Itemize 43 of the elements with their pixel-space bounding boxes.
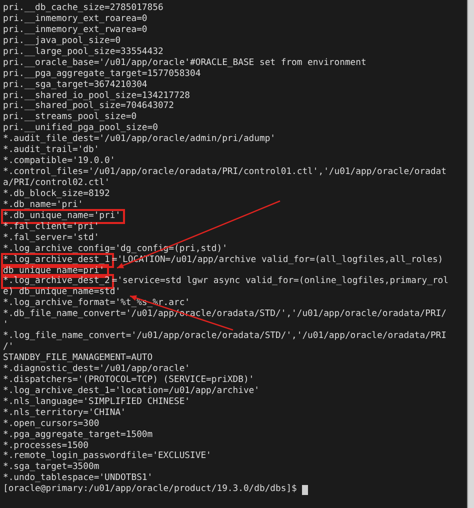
highlighted-text: *.log_archive_dest_2 xyxy=(3,276,112,288)
terminal-text: *.sga_target=3500m xyxy=(3,462,100,473)
terminal-text: *.processes=1500 xyxy=(3,440,88,451)
terminal-text: *.log_archive_dest_1='location=/u01/app/archive' xyxy=(3,386,260,397)
terminal-text: *.dispatchers='(PROTOCOL=TCP) (SERVICE=priXDB)' xyxy=(3,374,254,386)
terminal-text: /' xyxy=(3,342,14,353)
terminal-text: *.pga_aggregate_target=1500m xyxy=(3,430,153,441)
terminal-text: *.remote_login_passwordfile='EXCLUSIVE' xyxy=(3,451,212,462)
terminal-text: pri.__shared_pool_size=704643072 xyxy=(3,101,174,112)
terminal-text: pri.__inmemory_ext_rwarea=0 xyxy=(3,24,148,36)
terminal-text: pri.__sga_target=3674210304 xyxy=(3,80,148,91)
terminal-text: *.log_file_name_convert='/u01/app/oracle/oradata/STD/','/u01/app/oracle/oradata/PRI xyxy=(3,331,446,342)
terminal-text: pri.__oracle_base='/u01/app/oracle'#ORACLE_BASE set from environment xyxy=(3,58,366,69)
terminal-text: pri.__unified_pga_pool_size=0 xyxy=(3,123,158,134)
terminal-text: pri.__streams_pool_size=0 xyxy=(3,112,137,123)
terminal-text: pri.__inmemory_ext_roarea=0 xyxy=(3,14,148,25)
terminal-text: a/PRI/control02.ctl' xyxy=(3,178,110,189)
terminal-text: pri.__db_cache_size=2785017856 xyxy=(3,3,164,14)
terminal-text: *.db_block_size=8192 xyxy=(3,188,110,200)
terminal-text: pri.__shared_io_pool_size=134217728 xyxy=(3,90,190,101)
terminal-text: *.fal_client='pri' xyxy=(3,222,100,233)
terminal-text: *.open_cursors=300 xyxy=(3,418,100,430)
terminal-text: *.compatible='19.0.0' xyxy=(3,156,116,167)
terminal-text: ' xyxy=(3,320,8,331)
terminal-text: *.fal_server='std' xyxy=(3,232,100,244)
terminal-text: [oracle@primary:/u01/app/oracle/product/19.3.0/db/dbs]$ xyxy=(3,484,297,496)
terminal-text: STANDBY_FILE_MANAGEMENT=AUTO xyxy=(3,353,153,364)
terminal-text: *.nls_language='SIMPLIFIED CHINESE' xyxy=(3,396,190,408)
highlighted-text: *.db_unique_name='pri' xyxy=(3,210,123,222)
terminal-text: *.db_name='pri' xyxy=(3,200,84,211)
terminal-text: pri.__java_pool_size=0 xyxy=(3,36,121,47)
highlighted-text: *.log_archive_dest_1 xyxy=(3,254,112,266)
scrollbar[interactable] xyxy=(467,0,474,508)
terminal-text: *.diagnostic_dest='/u01/app/oracle' xyxy=(3,364,190,375)
terminal-text: *.nls_territory='CHINA' xyxy=(3,408,126,419)
terminal-text: pri.__large_pool_size=33554432 xyxy=(3,46,164,58)
terminal-text: e) db_unique_name=std' xyxy=(3,287,121,298)
terminal-text: *.audit_file_dest='/u01/app/oracle/admin/pri/adump' xyxy=(3,134,276,145)
terminal-text: pri.__pga_aggregate_target=1577058304 xyxy=(3,68,201,80)
terminal-text: *.control_files='/u01/app/oracle/oradata/PRI/control01.ctl','/u01/app/oracle/oradat xyxy=(3,167,446,178)
terminal-text: *.undo_tablespace='UNDOTBS1' xyxy=(3,473,153,484)
terminal-text: *.audit_trail='db' xyxy=(3,145,100,156)
highlighted-text: db_unique_name=pri' xyxy=(3,266,107,276)
